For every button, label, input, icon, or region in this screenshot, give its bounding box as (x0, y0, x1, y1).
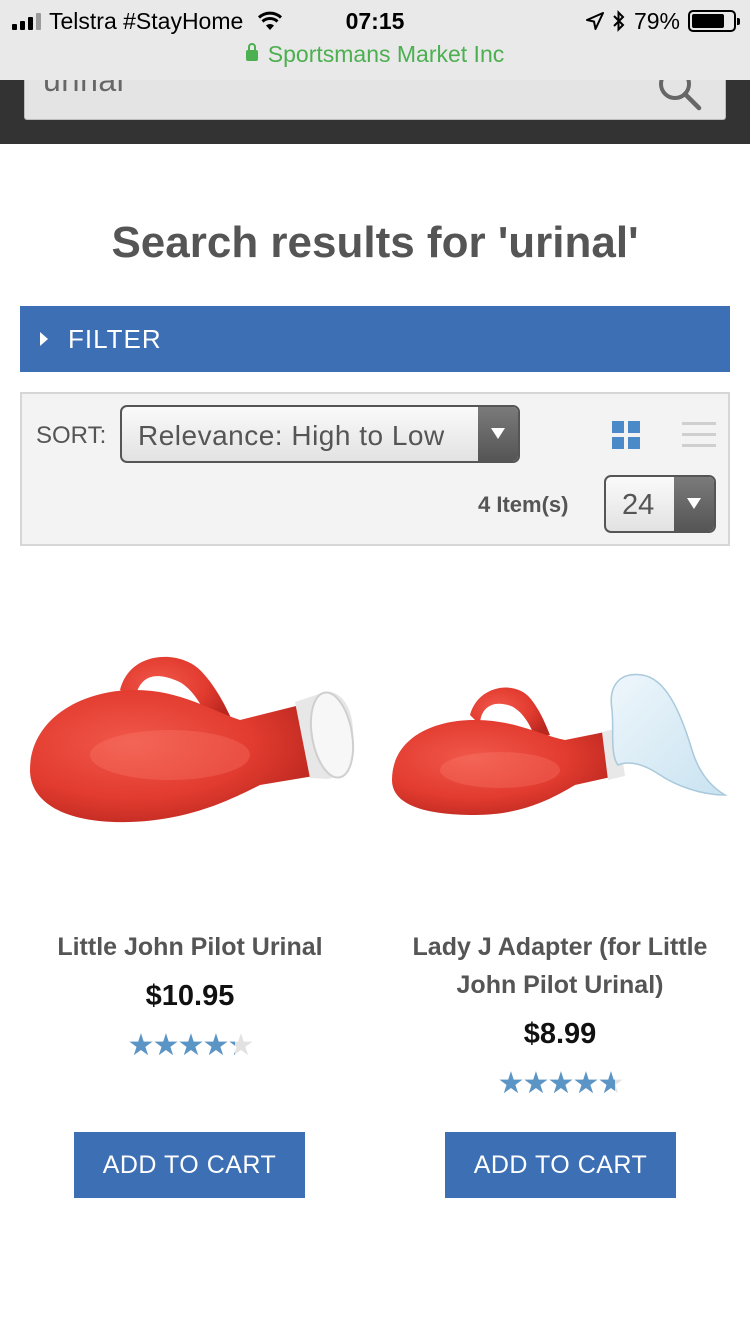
per-page-select[interactable]: 24 (604, 475, 716, 533)
grid-view-icon[interactable] (612, 421, 640, 449)
carrier-name: Telstra #StayHome (49, 7, 244, 34)
star-icon: ★★ (597, 1067, 625, 1100)
filter-toggle[interactable]: FILTER (20, 306, 730, 372)
product-card: Lady J Adapter (for Little John Pilot Ur… (380, 560, 740, 1220)
search-input[interactable]: urinal (24, 80, 726, 120)
star-icon: ★★ (547, 1067, 575, 1100)
star-icon: ★★ (152, 1029, 180, 1062)
search-header: urinal (0, 80, 750, 144)
chevron-down-icon[interactable] (478, 407, 518, 461)
lock-icon (245, 43, 258, 61)
site-label: Sportsmans Market Inc (267, 41, 505, 67)
star-icon: ★★ (522, 1067, 550, 1100)
product-name[interactable]: Little John Pilot Urinal (10, 928, 370, 966)
item-count: 4 Item(s) (478, 492, 569, 517)
product-image[interactable] (380, 580, 730, 910)
caret-right-icon (40, 332, 48, 346)
sort-select[interactable]: Relevance: High to Low (120, 405, 520, 463)
product-price: $8.99 (523, 1018, 597, 1050)
bluetooth-icon (613, 10, 625, 32)
page-title: Search results for 'urinal' (111, 218, 639, 267)
sort-toolbar: SORT: Relevance: High to Low 4 Item(s) 2… (20, 392, 730, 546)
sort-value: Relevance: High to Low (138, 420, 445, 451)
search-query[interactable]: urinal (43, 80, 124, 99)
chevron-down-icon[interactable] (674, 477, 714, 531)
battery-icon (688, 10, 740, 32)
rating-stars: ★★★★★★★★★★ (380, 1066, 740, 1101)
star-icon: ★★ (177, 1029, 205, 1062)
product-card: Little John Pilot Urinal $10.95 ★ ★ ★ ★ ★ ★ ★ ★… (10, 560, 370, 1220)
star-icon: ★★ (572, 1067, 600, 1100)
list-view-icon[interactable] (682, 420, 716, 450)
sort-label: SORT: (36, 422, 107, 449)
signal-icon (12, 12, 41, 30)
status-bar: Telstra #StayHome 07:15 79% Sportsmans M… (0, 0, 750, 80)
product-price: $10.95 (145, 980, 235, 1012)
filter-label: FILTER (68, 323, 162, 354)
star-icon: ★★ (127, 1029, 155, 1062)
star-icon: ★★ (202, 1029, 230, 1062)
battery-percent: 79% (633, 7, 680, 34)
site-name: Sportsmans Market Inc (0, 40, 750, 68)
product-name[interactable]: Lady J Adapter (for Little John Pilot Ur… (380, 928, 740, 1004)
add-to-cart-button[interactable]: ADD TO CART (445, 1132, 676, 1198)
product-image[interactable] (10, 580, 360, 910)
add-to-cart-button[interactable]: ADD TO CART (74, 1132, 305, 1198)
per-page-value: 24 (622, 489, 655, 521)
location-arrow-icon (585, 12, 604, 30)
search-icon[interactable] (657, 80, 703, 112)
wifi-icon (258, 11, 283, 30)
star-icon: ★★ (227, 1029, 255, 1062)
carrier-area: Telstra #StayHome (12, 6, 283, 36)
rating-stars: ★★★★★★★★★★ (10, 1028, 370, 1063)
star-icon: ★★ (497, 1067, 525, 1100)
